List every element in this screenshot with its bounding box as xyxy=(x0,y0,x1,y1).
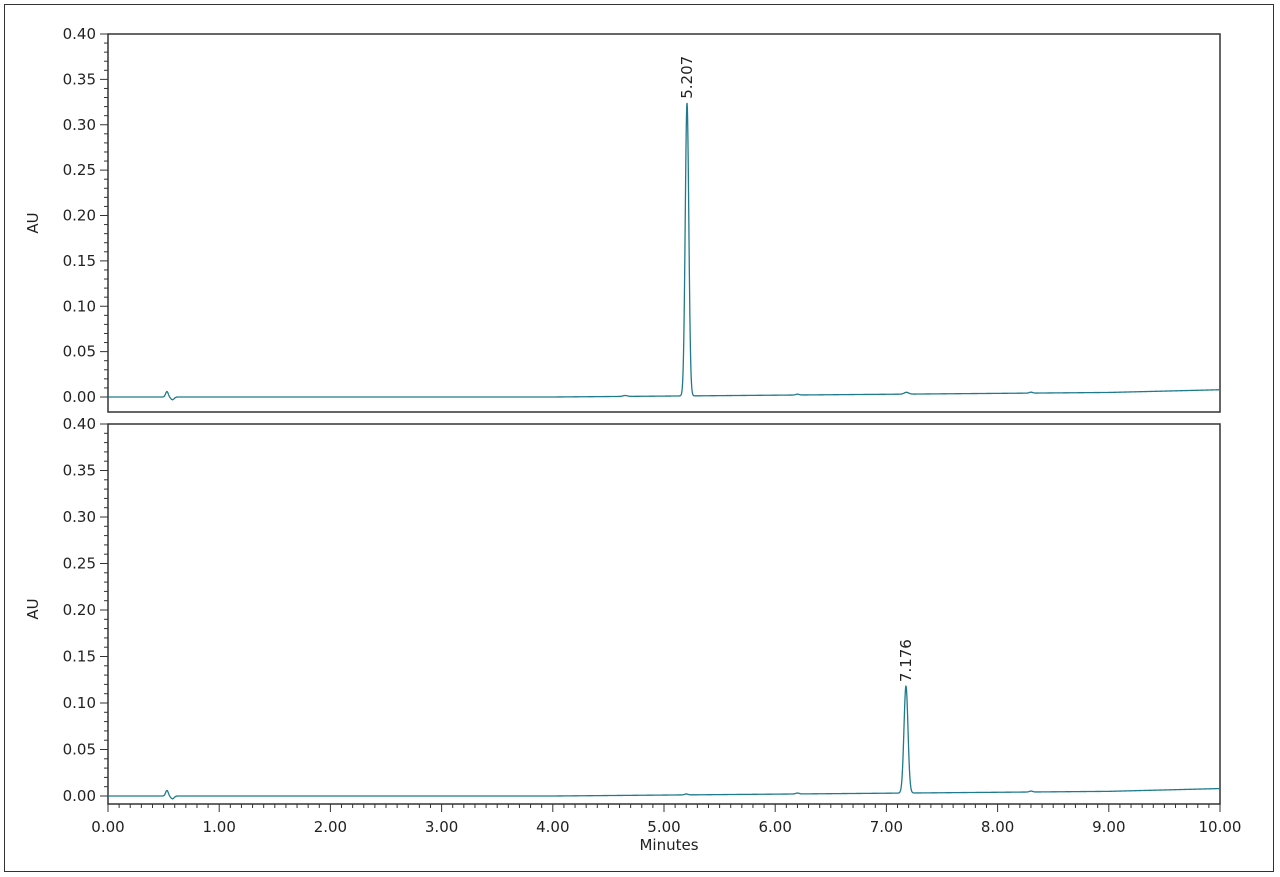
bottom-trace-line xyxy=(108,685,1221,800)
top-trace-line xyxy=(108,102,1221,401)
x-tick-label: 8.00 xyxy=(981,818,1014,836)
top-peak-label: 5.207 xyxy=(678,56,696,99)
y-tick-label: 0.15 xyxy=(63,648,96,666)
x-axis-label: Minutes xyxy=(639,836,698,854)
x-tick-label: 9.00 xyxy=(1092,818,1125,836)
top-panel: 0.000.050.100.150.200.250.300.350.40 AU … xyxy=(24,25,1221,413)
top-plot-area xyxy=(107,33,1221,413)
x-tick-label: 7.00 xyxy=(870,818,903,836)
y-tick-label: 0.25 xyxy=(63,555,96,573)
bottom-panel: 0.00 0.05 0.10 0.15 0.20 0.25 0.30 0.35 0.40 0.0… xyxy=(24,415,1241,854)
bottom-peak-label: 7.176 xyxy=(897,639,915,682)
y-tick-label: 0.35 xyxy=(63,70,96,88)
x-tick-label: 1.00 xyxy=(202,818,235,836)
y-tick-label: 0.35 xyxy=(63,462,96,480)
y-tick-label: 0.30 xyxy=(63,508,96,526)
top-y-axis-label: AU xyxy=(24,212,42,233)
y-tick-label: 0.20 xyxy=(63,601,96,619)
bottom-y-axis: 0.00 0.05 0.10 0.15 0.20 0.25 0.30 0.35 0.40 xyxy=(63,415,108,805)
y-tick-label: 0.10 xyxy=(63,694,96,712)
top-y-axis: 0.00 0.05 0.10 0.15 0.20 0.25 0.30 0.35 0.40 xyxy=(63,25,108,406)
y-tick-label: 0.40 xyxy=(63,25,96,43)
chromatogram-chart: 0.000.050.100.150.200.250.300.350.40 AU … xyxy=(24,25,1241,854)
y-tick-label: 0.30 xyxy=(63,116,96,134)
y-tick-label: 0.00 xyxy=(63,388,96,406)
y-tick-label: 0.10 xyxy=(63,297,96,315)
x-tick-label: 4.00 xyxy=(536,818,569,836)
x-tick-label: 0.00 xyxy=(91,818,124,836)
x-tick-label: 10.00 xyxy=(1199,818,1242,836)
x-tick-label: 6.00 xyxy=(758,818,791,836)
x-tick-label: 5.00 xyxy=(647,818,680,836)
x-tick-label: 3.00 xyxy=(425,818,458,836)
bottom-plot-area xyxy=(107,423,1221,805)
bottom-y-axis-label: AU xyxy=(24,598,42,619)
y-tick-label: 0.40 xyxy=(63,415,96,433)
bottom-x-axis: 0.00 1.00 2.00 3.00 4.00 5.00 6.00 7.00 8.00 9.00… xyxy=(91,804,1241,836)
y-tick-label: 0.15 xyxy=(63,252,96,270)
y-tick-label: 0.05 xyxy=(63,343,96,361)
y-tick-label: 0.25 xyxy=(63,161,96,179)
y-tick-label: 0.05 xyxy=(63,741,96,759)
x-tick-label: 2.00 xyxy=(314,818,347,836)
y-tick-label: 0.00 xyxy=(63,787,96,805)
y-tick-label: 0.20 xyxy=(63,207,96,225)
